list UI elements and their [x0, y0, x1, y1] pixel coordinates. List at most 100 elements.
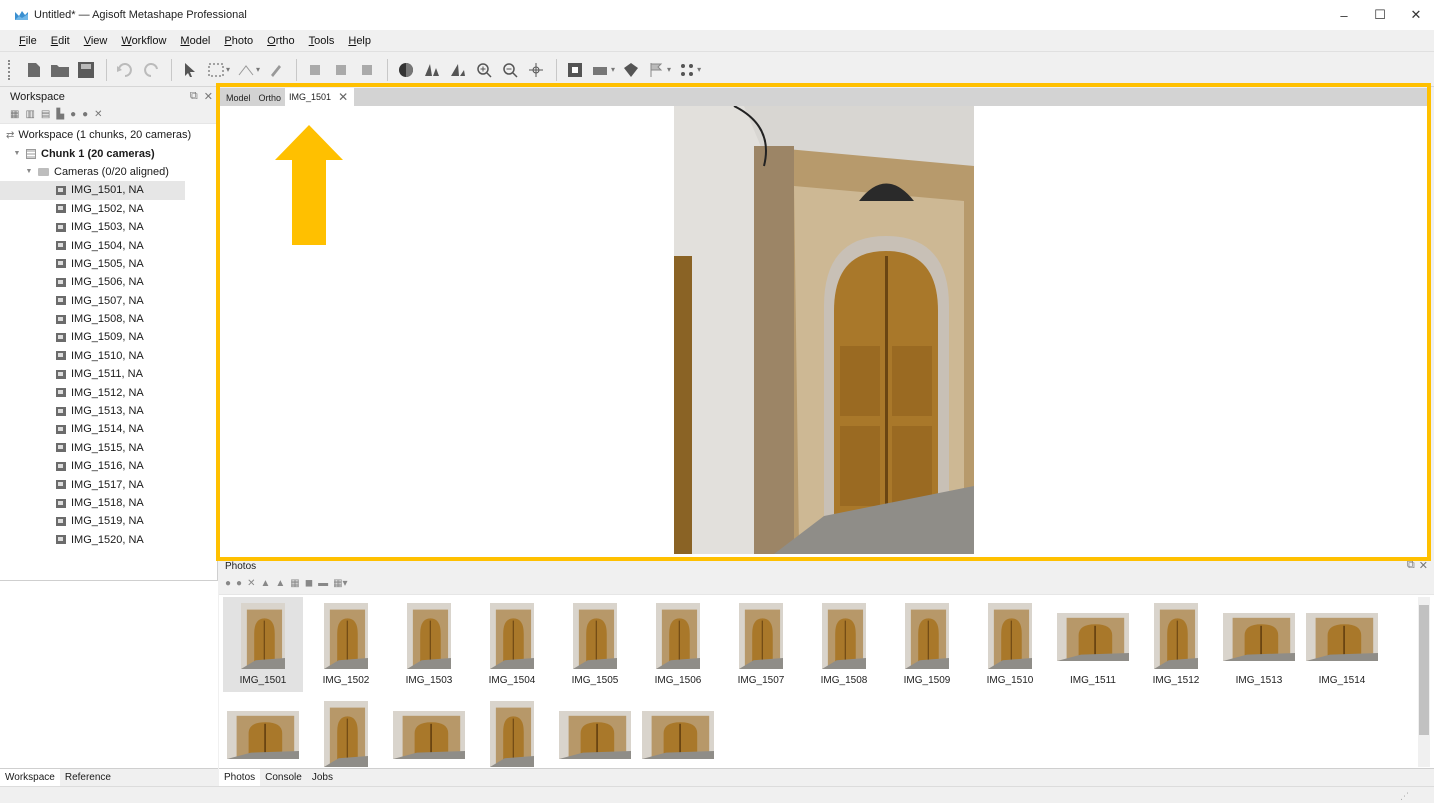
viewer-tab-model[interactable]: Model: [222, 90, 255, 106]
tab-photos[interactable]: Photos: [219, 768, 261, 787]
enable-camera-icon[interactable]: ●: [225, 578, 231, 589]
camera-item[interactable]: IMG_1502, NA: [0, 200, 217, 218]
redo-icon[interactable]: [139, 58, 163, 82]
maximize-button[interactable]: ☐: [1362, 0, 1398, 30]
viewer-tab-ortho[interactable]: Ortho: [255, 90, 286, 106]
photo-thumbnail[interactable]: IMG_1503: [389, 597, 469, 692]
point-cloud-icon[interactable]: [675, 58, 699, 82]
mask-icon[interactable]: ◼: [305, 578, 313, 589]
workspace-root-item[interactable]: ⇄ Workspace (1 chunks, 20 cameras): [0, 126, 217, 144]
camera-item[interactable]: IMG_1501, NA: [0, 181, 185, 200]
chunk-item[interactable]: ▼ Chunk 1 (20 cameras): [0, 144, 217, 162]
photo-thumbnail[interactable]: IMG_1507: [721, 597, 801, 692]
ruler-icon[interactable]: [234, 58, 258, 82]
remove-icon[interactable]: ✕: [94, 109, 102, 120]
align-selected-icon[interactable]: ▲: [260, 578, 270, 589]
camera-item[interactable]: IMG_1514, NA: [0, 420, 217, 438]
camera-item[interactable]: IMG_1510, NA: [0, 347, 217, 365]
tab-jobs[interactable]: Jobs: [307, 769, 338, 787]
photo-thumbnail[interactable]: IMG_1510: [970, 597, 1050, 692]
menu-item[interactable]: Ortho: [267, 35, 295, 47]
photo-thumbnail[interactable]: IMG_1512: [1136, 597, 1216, 692]
add-folder-icon[interactable]: ▤: [41, 109, 50, 120]
minimize-button[interactable]: –: [1326, 0, 1362, 30]
menu-item[interactable]: Model: [180, 35, 210, 47]
mask-icon[interactable]: [563, 58, 587, 82]
rectangle-selection-icon[interactable]: [204, 58, 228, 82]
camera-item[interactable]: IMG_1512, NA: [0, 383, 217, 401]
cameras-folder-item[interactable]: ▼ Cameras (0/20 aligned): [0, 163, 217, 181]
close-button[interactable]: ✕: [1398, 0, 1434, 30]
toolbar-grip[interactable]: [8, 59, 12, 80]
remove-camera-icon[interactable]: ✕: [247, 578, 255, 589]
camera-item[interactable]: IMG_1507, NA: [0, 292, 217, 310]
menu-item[interactable]: View: [84, 35, 108, 47]
new-document-icon[interactable]: [22, 58, 46, 82]
add-photos-icon[interactable]: ▥: [25, 109, 34, 120]
collapse-chevron-icon[interactable]: ▼: [12, 150, 22, 157]
pencil-icon[interactable]: [264, 58, 288, 82]
photo-thumbnail[interactable]: IMG_1508: [804, 597, 884, 692]
camera-item[interactable]: IMG_1517, NA: [0, 475, 217, 493]
add-chunk-icon[interactable]: ▦: [10, 109, 19, 120]
photo-thumbnail[interactable]: IMG_1506: [638, 597, 718, 692]
zoom-out-icon[interactable]: [498, 58, 522, 82]
reset-view-icon[interactable]: [524, 58, 548, 82]
photo-thumbnail[interactable]: IMG_1509: [887, 597, 967, 692]
menu-item[interactable]: File: [19, 35, 37, 47]
float-pane-icon[interactable]: ⧉: [1407, 559, 1415, 572]
photo-thumbnail[interactable]: IMG_1505: [555, 597, 635, 692]
camera-item[interactable]: IMG_1513, NA: [0, 402, 217, 420]
undo-icon[interactable]: [113, 58, 137, 82]
camera-item[interactable]: IMG_1509, NA: [0, 328, 217, 346]
estimate-quality-icon[interactable]: ▦: [290, 578, 299, 589]
menu-item[interactable]: Help: [348, 35, 371, 47]
photo-image[interactable]: [674, 105, 974, 554]
save-icon[interactable]: [74, 58, 98, 82]
markers-flag-icon[interactable]: [645, 58, 669, 82]
show-cameras-icon[interactable]: [589, 58, 613, 82]
tab-reference[interactable]: Reference: [60, 769, 116, 787]
camera-item[interactable]: IMG_1506, NA: [0, 273, 217, 291]
float-pane-icon[interactable]: ⧉: [190, 90, 198, 103]
brightness-icon[interactable]: [394, 58, 418, 82]
align-photos-icon[interactable]: [420, 58, 444, 82]
close-tab-icon[interactable]: ✕: [338, 90, 348, 104]
tab-workspace[interactable]: Workspace: [0, 768, 60, 787]
camera-item[interactable]: IMG_1508, NA: [0, 310, 217, 328]
close-pane-icon[interactable]: ✕: [204, 90, 213, 103]
reset-region-icon[interactable]: [355, 58, 379, 82]
menu-item[interactable]: Edit: [51, 35, 70, 47]
camera-item[interactable]: IMG_1520, NA: [0, 531, 217, 549]
photo-thumbnail[interactable]: IMG_1504: [472, 597, 552, 692]
camera-item[interactable]: IMG_1519, NA: [0, 512, 217, 530]
camera-item[interactable]: IMG_1511, NA: [0, 365, 217, 383]
camera-item[interactable]: IMG_1505, NA: [0, 255, 217, 273]
camera-item[interactable]: IMG_1504, NA: [0, 236, 217, 254]
crop-icon[interactable]: [303, 58, 327, 82]
camera-item[interactable]: IMG_1503, NA: [0, 218, 217, 236]
photo-thumbnail[interactable]: IMG_1502: [306, 597, 386, 692]
zoom-in-icon[interactable]: [472, 58, 496, 82]
viewer-tab-img-1501[interactable]: IMG_1501 ✕: [285, 88, 355, 106]
camera-item[interactable]: IMG_1516, NA: [0, 457, 217, 475]
reset-alignment-icon[interactable]: ▲: [275, 578, 285, 589]
shading-icon[interactable]: [619, 58, 643, 82]
camera-item[interactable]: IMG_1515, NA: [0, 439, 217, 457]
resize-grip-icon[interactable]: ⋰: [1400, 791, 1409, 802]
add-marker-icon[interactable]: ▙: [56, 109, 64, 120]
photo-thumbnail[interactable]: IMG_1511: [1053, 597, 1133, 692]
thumbnail-view-icon[interactable]: ▬: [318, 578, 328, 589]
photo-thumbnail[interactable]: IMG_1501: [223, 597, 303, 692]
build-mesh-icon[interactable]: [446, 58, 470, 82]
menu-item[interactable]: Photo: [224, 35, 253, 47]
collapse-chevron-icon[interactable]: ▼: [24, 168, 34, 175]
open-folder-icon[interactable]: [48, 58, 72, 82]
view-mode-icon[interactable]: ▦▾: [333, 578, 347, 589]
enable-icon[interactable]: ●: [70, 109, 76, 120]
photo-thumbnail[interactable]: IMG_1514: [1302, 597, 1382, 692]
close-pane-icon[interactable]: ✕: [1419, 559, 1428, 572]
disable-camera-icon[interactable]: ●: [236, 578, 242, 589]
photos-scrollbar[interactable]: [1418, 597, 1430, 767]
menu-item[interactable]: Tools: [309, 35, 335, 47]
